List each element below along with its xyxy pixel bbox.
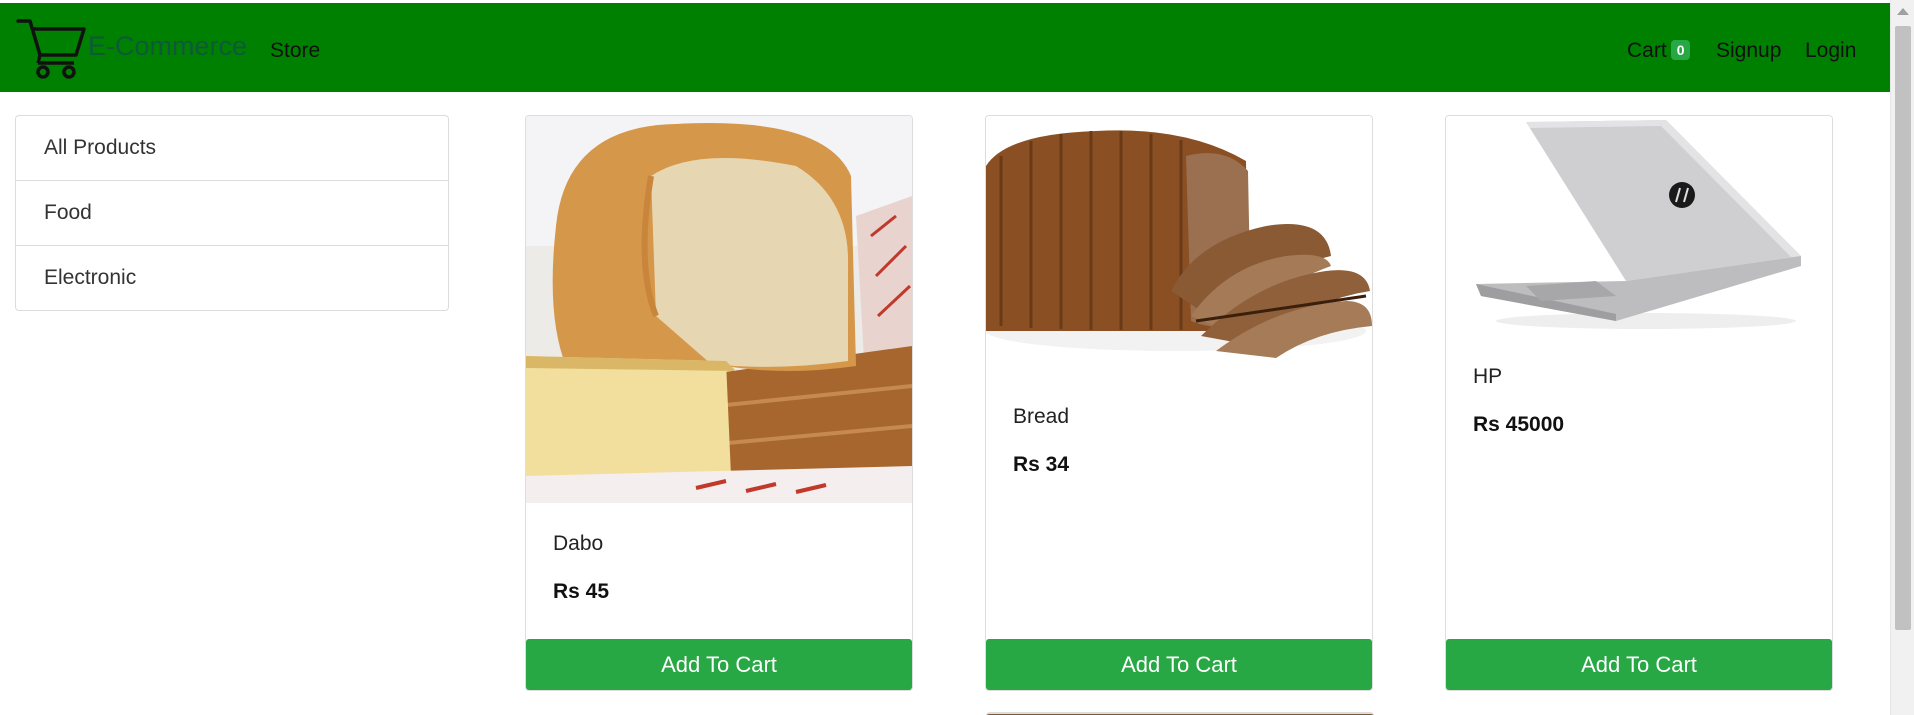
nav-cart-link[interactable]: Cart 0: [1627, 39, 1691, 63]
add-to-cart-button[interactable]: Add To Cart: [986, 639, 1372, 690]
add-to-cart-button[interactable]: Add To Cart: [526, 639, 912, 690]
brown-bread-loaf-image: [986, 116, 1372, 376]
scroll-up-arrow-icon[interactable]: [1897, 8, 1909, 15]
product-price: Rs 34: [1013, 453, 1070, 476]
cart-count-badge: 0: [1670, 40, 1691, 60]
product-name: Dabo: [553, 532, 604, 555]
product-card-hp: HP Rs 45000 Add To Cart: [1445, 115, 1833, 691]
nav-signup-link[interactable]: Signup: [1716, 39, 1781, 63]
product-card-dabo: Dabo Rs 45 Add To Cart: [525, 115, 913, 691]
category-item-all-products[interactable]: All Products: [15, 115, 449, 181]
product-price: Rs 45000: [1473, 413, 1565, 436]
white-bread-loaf-image: [526, 116, 912, 503]
product-card-bread: Bread Rs 34 Add To Cart: [985, 115, 1373, 691]
product-price: Rs 45: [553, 580, 610, 603]
product-name: HP: [1473, 365, 1503, 388]
category-item-electronic[interactable]: Electronic: [15, 245, 449, 311]
category-list: All Products Food Electronic: [15, 115, 449, 311]
brand-name: E-Commerce: [88, 30, 248, 61]
nav-login-link[interactable]: Login: [1805, 39, 1856, 63]
shopping-cart-icon: [16, 15, 86, 84]
product-name: Bread: [1013, 405, 1070, 428]
brand-link[interactable]: E-Commerce: [16, 17, 247, 81]
vertical-scrollbar[interactable]: [1890, 0, 1914, 715]
hp-laptop-image: [1446, 116, 1832, 336]
scrollbar-thumb[interactable]: [1895, 26, 1911, 630]
add-to-cart-button[interactable]: Add To Cart: [1446, 639, 1832, 690]
navbar: E-Commerce Store Cart 0 Signup Login: [0, 3, 1890, 92]
nav-store-link[interactable]: Store: [270, 39, 320, 63]
page: E-Commerce Store Cart 0 Signup Login All …: [0, 0, 1890, 715]
cart-label: Cart: [1627, 39, 1667, 62]
category-item-food[interactable]: Food: [15, 180, 449, 246]
